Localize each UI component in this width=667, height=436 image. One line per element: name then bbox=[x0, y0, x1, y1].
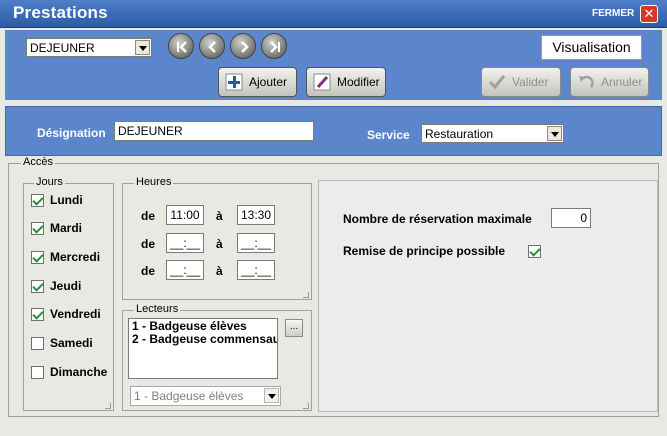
de-label: de bbox=[141, 209, 156, 223]
next-record-icon bbox=[241, 41, 249, 53]
day-lundi[interactable]: Lundi bbox=[31, 193, 83, 207]
designation-label: Désignation bbox=[37, 126, 106, 140]
acces-legend: Accès bbox=[21, 156, 55, 168]
dimanche-label: Dimanche bbox=[50, 365, 108, 379]
vendredi-checkbox[interactable] bbox=[31, 307, 44, 321]
jours-legend: Jours bbox=[34, 176, 65, 188]
a-label: à bbox=[216, 209, 223, 223]
day-vendredi[interactable]: Vendredi bbox=[31, 307, 101, 321]
lecteurs-legend: Lecteurs bbox=[134, 303, 181, 315]
last-record-button[interactable] bbox=[261, 33, 287, 59]
de-label: de bbox=[141, 264, 156, 278]
window-title: Prestations bbox=[13, 3, 108, 22]
modifier-button[interactable]: Modifier bbox=[306, 67, 386, 97]
ajouter-button[interactable]: Ajouter bbox=[218, 67, 297, 97]
designation-input[interactable]: DEJEUNER bbox=[114, 121, 314, 141]
lundi-checkbox[interactable] bbox=[31, 193, 44, 207]
add-icon bbox=[225, 73, 243, 91]
previous-record-button[interactable] bbox=[199, 33, 225, 59]
day-samedi[interactable]: Samedi bbox=[31, 336, 93, 350]
mardi-checkbox[interactable] bbox=[31, 221, 44, 235]
lecteur-select-value: 1 - Badgeuse élèves bbox=[134, 389, 244, 403]
remise-checkbox[interactable] bbox=[528, 245, 541, 258]
resize-grip bbox=[105, 403, 111, 409]
samedi-checkbox[interactable] bbox=[31, 336, 44, 350]
edit-icon bbox=[313, 73, 331, 91]
time-from-3[interactable]: __:__ bbox=[166, 260, 204, 280]
day-mardi[interactable]: Mardi bbox=[31, 221, 82, 235]
time-to-3[interactable]: __:__ bbox=[237, 260, 275, 280]
valider-label: Valider bbox=[512, 75, 549, 89]
annuler-label: Annuler bbox=[601, 75, 643, 89]
remise-label: Remise de principe possible bbox=[343, 244, 506, 258]
modifier-label: Modifier bbox=[337, 75, 380, 89]
day-dimanche[interactable]: Dimanche bbox=[31, 365, 107, 379]
mercredi-checkbox[interactable] bbox=[31, 250, 44, 264]
a-label: à bbox=[216, 264, 223, 278]
lecteurs-list[interactable]: 1 - Badgeuse élèves 2 - Badgeuse commens… bbox=[128, 318, 278, 379]
a-label: à bbox=[216, 237, 223, 251]
list-item[interactable]: 2 - Badgeuse commensau bbox=[132, 333, 277, 346]
service-label: Service bbox=[367, 128, 410, 142]
time-from-2[interactable]: __:__ bbox=[166, 233, 204, 253]
chevron-down-icon[interactable] bbox=[135, 40, 150, 55]
resize-grip bbox=[303, 403, 309, 409]
close-button[interactable]: ✕ bbox=[640, 5, 658, 23]
lundi-label: Lundi bbox=[50, 193, 83, 207]
chevron-down-icon[interactable] bbox=[547, 126, 562, 141]
first-record-icon bbox=[177, 41, 187, 53]
ajouter-label: Ajouter bbox=[249, 75, 288, 89]
close-label[interactable]: FERMER bbox=[592, 8, 634, 19]
max-reservations-label: Nombre de réservation maximale bbox=[343, 212, 532, 226]
mardi-label: Mardi bbox=[50, 221, 83, 235]
resize-grip bbox=[303, 292, 309, 298]
dimanche-checkbox[interactable] bbox=[31, 365, 44, 379]
jeudi-label: Jeudi bbox=[50, 279, 82, 293]
next-record-button[interactable] bbox=[230, 33, 256, 59]
time-from-1[interactable]: 11:00 bbox=[166, 205, 204, 225]
prestation-select-value: DEJEUNER bbox=[30, 41, 95, 55]
mode-indicator: Visualisation bbox=[541, 35, 642, 60]
time-to-1[interactable]: 13:30 bbox=[237, 205, 275, 225]
lecteur-select[interactable]: 1 - Badgeuse élèves bbox=[130, 386, 281, 406]
annuler-button[interactable]: Annuler bbox=[570, 67, 649, 97]
de-label: de bbox=[141, 237, 156, 251]
day-jeudi[interactable]: Jeudi bbox=[31, 279, 81, 293]
previous-record-icon bbox=[208, 41, 216, 53]
valider-button[interactable]: Valider bbox=[481, 67, 561, 97]
time-to-2[interactable]: __:__ bbox=[237, 233, 275, 253]
service-select-value: Restauration bbox=[425, 127, 494, 141]
first-record-button[interactable] bbox=[168, 33, 194, 59]
samedi-label: Samedi bbox=[50, 336, 93, 350]
jeudi-checkbox[interactable] bbox=[31, 279, 44, 293]
service-select[interactable]: Restauration bbox=[421, 124, 564, 143]
undo-icon bbox=[577, 73, 595, 91]
lecteurs-more-button[interactable]: ... bbox=[285, 319, 303, 337]
last-record-icon bbox=[270, 41, 280, 53]
mercredi-label: Mercredi bbox=[50, 250, 101, 264]
prestation-select[interactable]: DEJEUNER bbox=[26, 38, 152, 57]
max-reservations-input[interactable]: 0 bbox=[551, 208, 591, 228]
day-mercredi[interactable]: Mercredi bbox=[31, 250, 100, 264]
chevron-down-icon[interactable] bbox=[264, 388, 279, 403]
heures-legend: Heures bbox=[134, 176, 174, 188]
check-icon bbox=[488, 73, 506, 91]
vendredi-label: Vendredi bbox=[50, 307, 101, 321]
